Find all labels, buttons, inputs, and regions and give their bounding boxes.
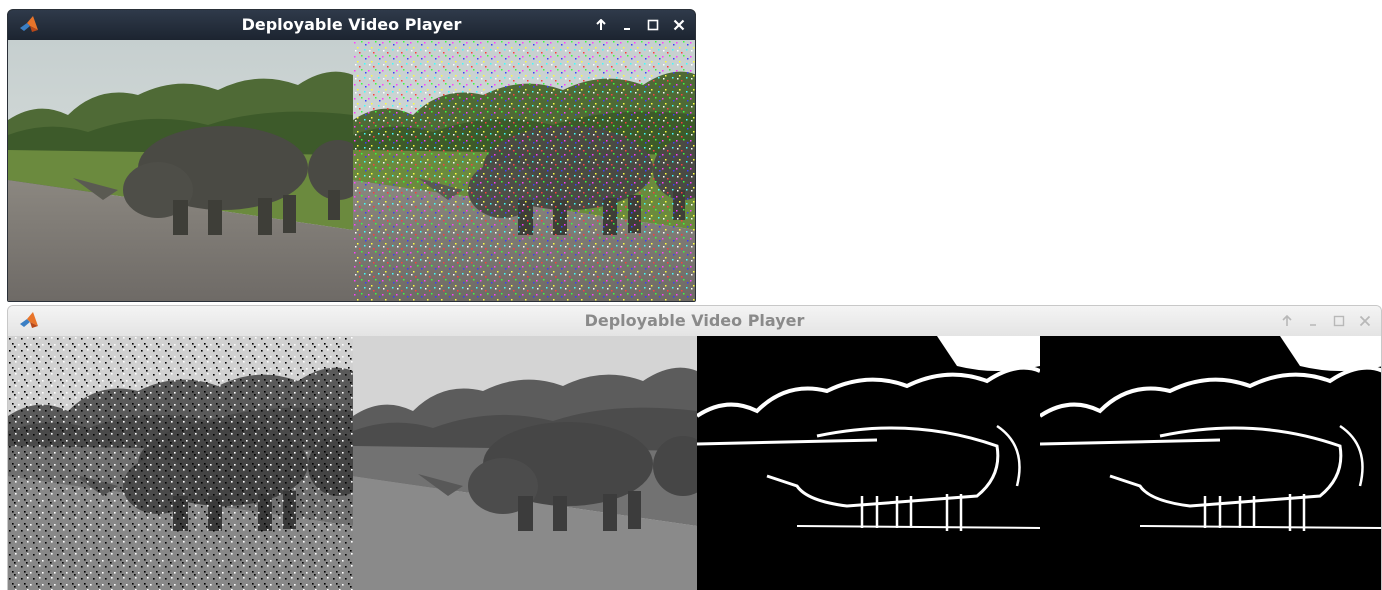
- maximize-icon[interactable]: [1331, 313, 1347, 329]
- video-player-window-2: Deployable Video Player: [7, 305, 1382, 590]
- filtered-grayscale-frame: [353, 336, 697, 590]
- window-title: Deployable Video Player: [584, 311, 805, 330]
- video-player-window-1: Deployable Video Player: [7, 9, 696, 302]
- minimize-icon[interactable]: [1305, 313, 1321, 329]
- salt-pepper-noise-color-frame: [353, 40, 695, 301]
- window-2-titlebar[interactable]: Deployable Video Player: [8, 306, 1381, 336]
- window-title: Deployable Video Player: [241, 15, 462, 34]
- close-icon[interactable]: [1357, 313, 1373, 329]
- original-color-frame: [8, 40, 353, 301]
- edge-detection-frame-1: [697, 336, 1040, 590]
- noisy-grayscale-frame: [8, 336, 353, 590]
- edge-detection-frame-2: [1040, 336, 1381, 590]
- maximize-icon[interactable]: [645, 17, 661, 33]
- window-1-titlebar[interactable]: Deployable Video Player: [8, 10, 695, 40]
- up-arrow-icon[interactable]: [593, 17, 609, 33]
- up-arrow-icon[interactable]: [1279, 313, 1295, 329]
- minimize-icon[interactable]: [619, 17, 635, 33]
- close-icon[interactable]: [671, 17, 687, 33]
